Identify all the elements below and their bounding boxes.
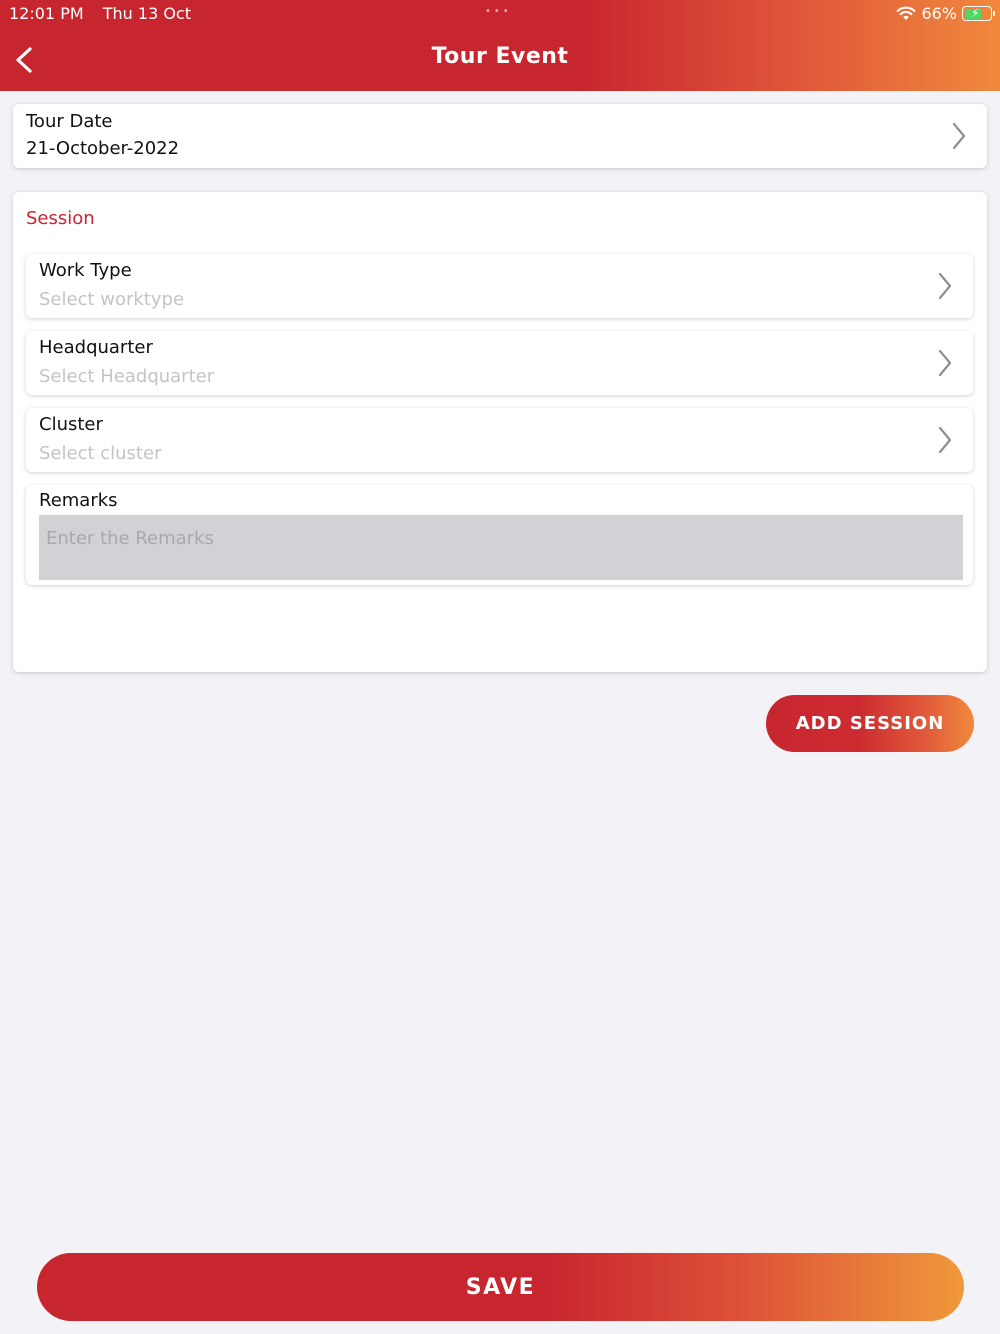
- work-type-label: Work Type: [39, 260, 132, 281]
- work-type-placeholder: Select worktype: [39, 289, 185, 310]
- bolt-icon: ⚡: [971, 6, 980, 20]
- session-card: Session Work Type Select worktype Headqu…: [13, 192, 987, 672]
- status-bar: 12:01 PM Thu 13 Oct ••• 66% ⚡: [0, 0, 1000, 28]
- tour-date-label: Tour Date: [26, 111, 113, 132]
- chevron-right-icon: [952, 122, 966, 150]
- remarks-label: Remarks: [39, 490, 118, 511]
- save-button[interactable]: SAVE: [37, 1253, 964, 1321]
- headquarter-placeholder: Select Headquarter: [39, 366, 215, 387]
- status-date: Thu 13 Oct: [102, 4, 191, 23]
- chevron-right-icon: [938, 272, 952, 300]
- cluster-picker[interactable]: Cluster Select cluster: [26, 408, 973, 472]
- status-right: 66% ⚡: [896, 4, 995, 23]
- chevron-right-icon: [938, 426, 952, 454]
- page-title: Tour Event: [431, 44, 569, 69]
- tour-date-picker[interactable]: Tour Date 21-October-2022: [13, 104, 987, 168]
- app-header: 12:01 PM Thu 13 Oct ••• 66% ⚡ Tour Event: [0, 0, 1000, 91]
- cluster-placeholder: Select cluster: [39, 443, 162, 464]
- tour-date-value: 21-October-2022: [26, 138, 180, 159]
- status-left: 12:01 PM Thu 13 Oct: [9, 4, 205, 23]
- work-type-picker[interactable]: Work Type Select worktype: [26, 254, 973, 318]
- session-title: Session: [26, 208, 95, 229]
- headquarter-picker[interactable]: Headquarter Select Headquarter: [26, 331, 973, 395]
- add-session-button[interactable]: ADD SESSION: [766, 695, 974, 752]
- status-time: 12:01 PM: [9, 4, 84, 23]
- cluster-label: Cluster: [39, 414, 103, 435]
- remarks-card: Remarks: [26, 485, 973, 585]
- chevron-right-icon: [938, 349, 952, 377]
- remarks-input[interactable]: [39, 515, 963, 580]
- battery-charging-icon: ⚡: [962, 6, 995, 21]
- headquarter-label: Headquarter: [39, 337, 153, 358]
- battery-percent: 66%: [921, 4, 957, 23]
- wifi-icon: [896, 6, 916, 20]
- multitasking-dots[interactable]: •••: [485, 6, 512, 17]
